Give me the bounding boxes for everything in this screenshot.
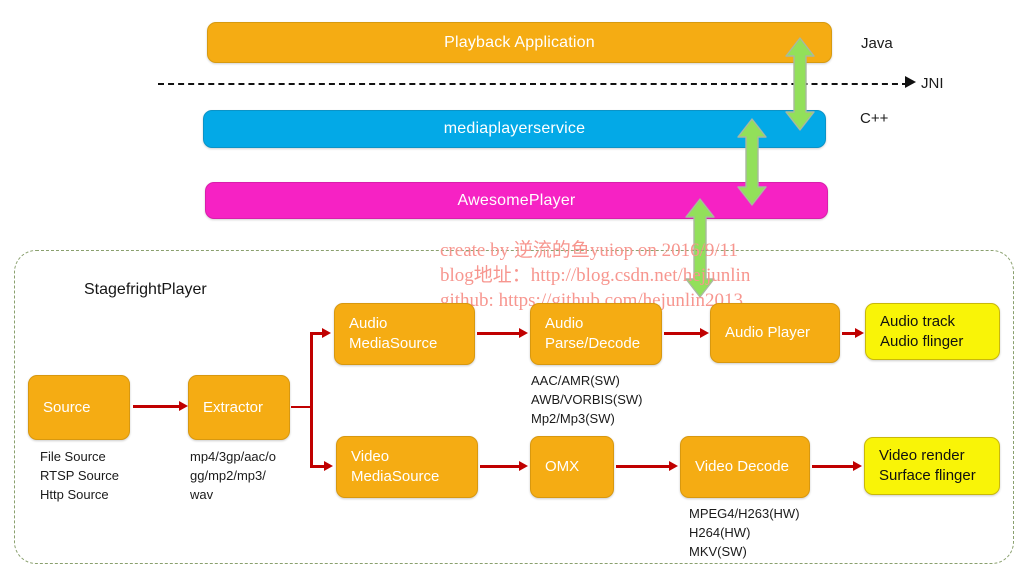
node-source-label: Source <box>43 398 91 416</box>
caption-audio-codecs: AAC/AMR(SW) AWB/VORBIS(SW) Mp2/Mp3(SW) <box>531 373 643 426</box>
connector-videomediasource-to-omx-arrowhead-icon <box>519 461 528 471</box>
connector-videodecode-to-videorender <box>812 465 856 468</box>
node-video-mediasource: Video MediaSource <box>336 436 478 498</box>
node-audio-mediasource: Audio MediaSource <box>334 303 475 365</box>
node-audio-mediasource-line1: Audio <box>349 315 388 332</box>
layer-bar-mediaplayerservice-label: mediaplayerservice <box>443 120 586 137</box>
side-label-cpp: C++ <box>860 110 889 127</box>
node-source: Source <box>28 375 130 440</box>
connector-source-to-extractor-arrowhead-icon <box>179 401 188 411</box>
node-video-mediasource-line2: MediaSource <box>351 468 440 485</box>
node-video-mediasource-line1: Video <box>351 448 390 465</box>
node-extractor: Extractor <box>188 375 290 440</box>
caption-source: File Source RTSP Source Http Source <box>40 449 120 502</box>
node-video-decode: Video Decode <box>680 436 810 498</box>
connector-audiomediasource-to-parsedecode <box>477 332 521 335</box>
connector-branch-to-video-arrowhead-icon <box>324 461 333 471</box>
side-label-jni: JNI <box>921 75 944 92</box>
node-audio-track-flinger: Audio track Audio flinger <box>865 303 1000 360</box>
layer-bar-playback-application-label: Playback Application <box>444 33 595 51</box>
node-audio-player-label: Audio Player <box>725 324 811 341</box>
side-label-java: Java <box>861 35 893 52</box>
connector-parsedecode-to-audioplayer-arrowhead-icon <box>700 328 709 338</box>
node-video-render-line2: Surface flinger <box>879 467 976 484</box>
connector-extractor-branch-stem <box>291 406 312 408</box>
node-omx-label: OMX <box>545 458 580 475</box>
node-audio-parse-decode-line1: Audio <box>545 315 584 332</box>
connector-branch-to-audio-arrowhead-icon <box>322 328 331 338</box>
node-audio-parse-decode: Audio Parse/Decode <box>530 303 662 365</box>
jni-arrowhead-icon <box>905 76 916 88</box>
layer-bar-awesomeplayer: AwesomePlayer <box>205 182 828 219</box>
connector-videodecode-to-videorender-arrowhead-icon <box>853 461 862 471</box>
layer-bar-awesomeplayer-label: AwesomePlayer <box>457 191 576 209</box>
stagefright-container-title: StagefrightPlayer <box>84 281 207 298</box>
connector-audioplayer-to-audiotrack-arrowhead-icon <box>855 328 864 338</box>
node-audio-parse-decode-line2: Parse/Decode <box>545 335 641 352</box>
layer-bar-mediaplayerservice: mediaplayerservice <box>203 110 826 148</box>
green-double-arrow-app-to-service-icon <box>784 36 816 132</box>
node-video-decode-label: Video Decode <box>695 458 789 475</box>
node-video-render-line1: Video render <box>879 447 965 464</box>
layer-bar-playback-application: Playback Application <box>207 22 832 63</box>
connector-parsedecode-to-audioplayer <box>664 332 702 335</box>
connector-extractor-branch-trunk <box>310 333 313 467</box>
node-extractor-label: Extractor <box>203 398 264 416</box>
node-omx: OMX <box>530 436 614 498</box>
connector-omx-to-videodecode-arrowhead-icon <box>669 461 678 471</box>
node-audio-track-line2: Audio flinger <box>880 332 964 350</box>
node-audio-mediasource-line2: MediaSource <box>349 335 438 352</box>
connector-source-to-extractor <box>133 405 181 408</box>
node-audio-player: Audio Player <box>710 303 840 363</box>
diagram-canvas: Playback Application mediaplayerservice … <box>0 0 1029 579</box>
connector-videomediasource-to-omx <box>480 465 522 468</box>
green-double-arrow-service-to-awesome-icon <box>736 117 768 207</box>
node-video-render-flinger: Video render Surface flinger <box>864 437 1000 495</box>
caption-extractor: mp4/3gp/aac/o gg/mp2/mp3/ wav <box>190 449 277 502</box>
caption-video-codecs: MPEG4/H263(HW) H264(HW) MKV(SW) <box>689 506 800 559</box>
connector-audiomediasource-to-parsedecode-arrowhead-icon <box>519 328 528 338</box>
node-audio-track-line1: Audio track <box>880 312 956 330</box>
connector-omx-to-videodecode <box>616 465 672 468</box>
